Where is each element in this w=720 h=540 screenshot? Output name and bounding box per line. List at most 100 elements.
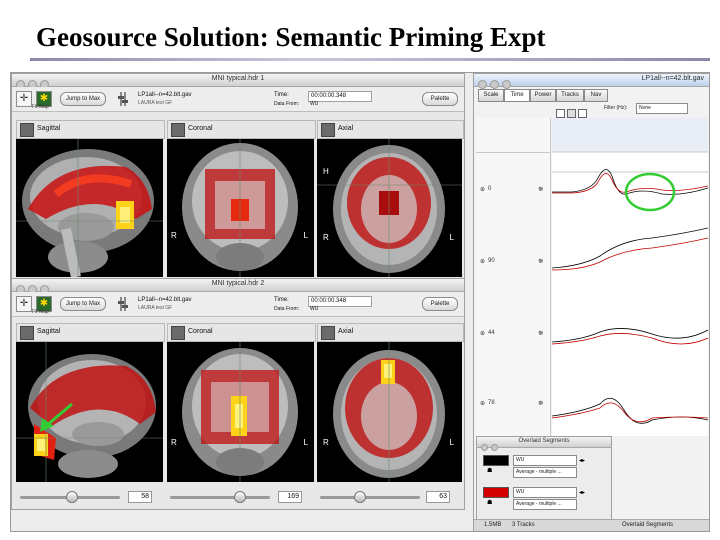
eye-icon[interactable]: ⊕	[480, 258, 485, 265]
window-title: LP1all--n=42.blt.gav	[641, 75, 704, 82]
coronal-right-marker: R	[171, 231, 177, 240]
segment-icon: ☗	[487, 468, 493, 474]
coronal-brain-view[interactable]: R L	[167, 139, 314, 277]
palette-button[interactable]: Palette	[422, 297, 458, 311]
jump-to-max-button[interactable]: Jump to Max	[60, 92, 106, 106]
fit-map-label: Fit Map	[32, 104, 49, 110]
track-label[interactable]: 44	[488, 330, 495, 336]
tab-nav[interactable]: Nav	[584, 89, 608, 102]
filter-dropdown[interactable]: None	[636, 103, 688, 114]
slider-icon[interactable]	[118, 297, 128, 311]
zoom-icon[interactable]	[567, 109, 576, 118]
tab-tracks[interactable]: Tracks	[556, 89, 584, 102]
minimize-light[interactable]	[491, 444, 498, 451]
time-label: Time:	[274, 92, 289, 98]
coronal-slice-slider[interactable]	[170, 491, 270, 505]
view-label-axial: Axial	[338, 125, 354, 132]
crosshair-icon[interactable]: ✛	[16, 91, 32, 107]
axial-left-marker: L	[449, 233, 454, 242]
window-titlebar[interactable]: MNI typical.hdr 1	[12, 74, 464, 89]
gear-icon[interactable]: ☸	[538, 330, 543, 337]
axial-left-marker: L	[449, 438, 454, 447]
data-from-label: Data From:	[274, 306, 300, 312]
slider-knob[interactable]	[354, 491, 366, 503]
gear-icon[interactable]: ☸	[538, 400, 543, 407]
axial-slice-slider[interactable]	[320, 491, 420, 505]
track-label[interactable]: 90	[488, 258, 495, 264]
tab-time[interactable]: Time	[504, 89, 530, 102]
window-title: MNI typical.hdr 1	[211, 75, 265, 82]
view-header-sagittal[interactable]: Sagittal	[16, 120, 165, 139]
tab-scale[interactable]: Scale	[478, 89, 504, 102]
segment-average-dropdown[interactable]: Average - multiple ...	[513, 499, 577, 510]
status-bar: 1.5MB 3 Tracks Overlaid Segments	[474, 519, 709, 531]
window-titlebar[interactable]: MNI typical.hdr 2	[12, 279, 464, 294]
brain-view-icon	[321, 123, 335, 137]
window-titlebar[interactable]: LP1all--n=42.blt.gav	[474, 74, 709, 89]
segment-average-dropdown[interactable]: Average - multiple ...	[513, 467, 577, 478]
axial-slice-value[interactable]: 63	[426, 491, 450, 503]
stepper-icon[interactable]: ◂▸	[579, 489, 585, 496]
axial-brain-view[interactable]: R L	[317, 342, 462, 482]
coronal-left-marker: L	[303, 231, 308, 240]
sagittal-brain-view[interactable]	[16, 139, 163, 277]
segment-source-dropdown[interactable]: WU	[513, 455, 577, 466]
waveform-window: LP1all--n=42.blt.gav Scale Time Power Tr…	[473, 73, 709, 531]
jump-to-max-button[interactable]: Jump to Max	[60, 297, 106, 311]
zoom-icon[interactable]	[578, 109, 587, 118]
crosshair-icon[interactable]: ✛	[16, 296, 32, 312]
coronal-slice-value[interactable]: 169	[278, 491, 302, 503]
data-from-value: WU	[310, 306, 319, 312]
segment-source-dropdown[interactable]: WU	[513, 487, 577, 498]
toolbar: ✛ ✱ Fit Map Jump to Max LP1all--n=42.blt…	[12, 87, 464, 112]
eye-icon[interactable]: ⊕	[480, 186, 485, 193]
slider-knob[interactable]	[66, 491, 78, 503]
gear-icon[interactable]: ☸	[538, 258, 543, 265]
zoom-icon[interactable]	[556, 109, 565, 118]
file-subname: LAURA test GF	[138, 305, 173, 311]
slider-knob[interactable]	[234, 491, 246, 503]
screenshot-area: MNI typical.hdr 1 ✛ ✱ Fit Map Jump to Ma…	[10, 72, 710, 532]
file-name: LP1all--n=42.blt.gav	[138, 297, 192, 303]
brain-view-icon	[20, 326, 34, 340]
sagittal-slice-slider[interactable]	[20, 491, 120, 505]
sagittal-brain-view[interactable]	[16, 342, 163, 482]
data-from-value: WU	[310, 101, 319, 107]
view-label-coronal: Coronal	[188, 328, 213, 335]
segment-color-swatch[interactable]	[483, 455, 509, 466]
waveform-plot[interactable]	[551, 118, 709, 436]
title-underline	[30, 58, 710, 61]
view-header-axial[interactable]: Axial	[317, 120, 464, 139]
view-label-axial: Axial	[338, 328, 354, 335]
panel-title: Overlaid Segments	[518, 438, 570, 444]
coronal-brain-view[interactable]: R L	[167, 342, 314, 482]
brain-view-icon	[171, 326, 185, 340]
window-title: MNI typical.hdr 2	[211, 280, 265, 287]
view-header-axial[interactable]: Axial	[317, 323, 464, 342]
palette-button[interactable]: Palette	[422, 92, 458, 106]
data-from-label: Data From:	[274, 101, 300, 107]
eye-icon[interactable]: ⊕	[480, 400, 485, 407]
panel-titlebar[interactable]: Overlaid Segments	[477, 437, 611, 451]
close-light[interactable]	[481, 444, 488, 451]
file-subname: LAURA test GF	[138, 100, 173, 106]
track-label[interactable]: 0	[488, 186, 491, 192]
sagittal-slice-value[interactable]: 58	[128, 491, 152, 503]
overlaid-segments-panel: Overlaid Segments ☗ WU Average - multipl…	[476, 436, 612, 520]
mri-window-1: MNI typical.hdr 1 ✛ ✱ Fit Map Jump to Ma…	[11, 73, 465, 280]
view-header-coronal[interactable]: Coronal	[167, 323, 316, 342]
slider-icon[interactable]	[118, 92, 128, 106]
view-header-coronal[interactable]: Coronal	[167, 120, 316, 139]
toolbar: ✛ ✱ Fit Map Jump to Max LP1all--n=42.blt…	[12, 292, 464, 317]
brain-view-icon	[171, 123, 185, 137]
track-label[interactable]: 78	[488, 400, 495, 406]
time-label: Time:	[274, 297, 289, 303]
tab-power[interactable]: Power	[530, 89, 556, 102]
view-header-sagittal[interactable]: Sagittal	[16, 323, 165, 342]
axial-brain-view[interactable]: H R L	[317, 139, 462, 277]
stepper-icon[interactable]: ◂▸	[579, 457, 585, 464]
coronal-right-marker: R	[171, 438, 177, 447]
segment-color-swatch[interactable]	[483, 487, 509, 498]
gear-icon[interactable]: ☸	[538, 186, 543, 193]
eye-icon[interactable]: ⊕	[480, 330, 485, 337]
